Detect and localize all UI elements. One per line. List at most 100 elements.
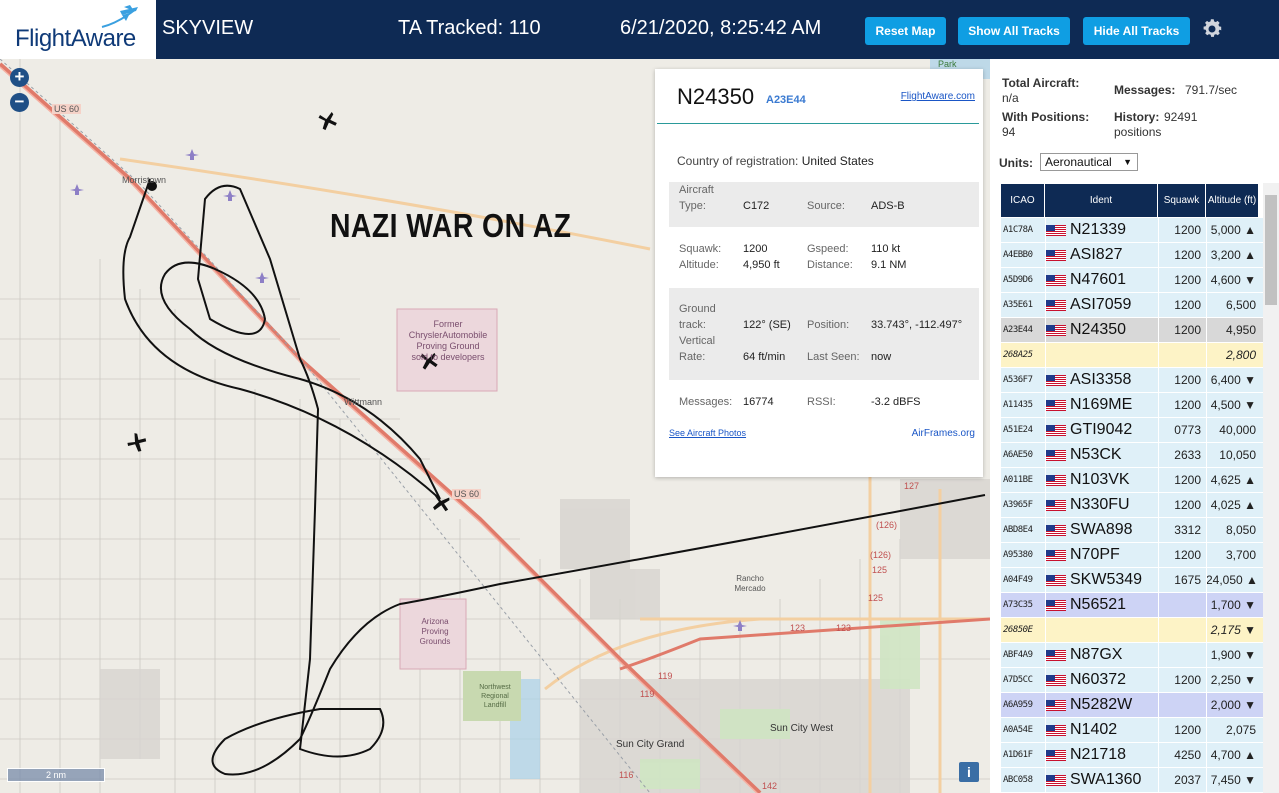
aircraft-photos-link[interactable]: See Aircraft Photos	[669, 428, 746, 438]
map-label-126a: (126)	[876, 520, 898, 530]
row-altitude: 1,900 ▼	[1210, 648, 1256, 662]
ground-track-label-2: track:	[679, 319, 706, 331]
column-header-icao[interactable]: ICAO	[1001, 184, 1044, 217]
row-ident: N5282W	[1070, 696, 1133, 713]
airframes-link[interactable]: AirFrames.org	[912, 428, 975, 439]
row-altitude: 2,000 ▼	[1210, 698, 1256, 712]
table-row[interactable]: ABF4A9 N87GX 1,900 ▼	[1001, 643, 1263, 668]
altitude-label: Altitude:	[679, 259, 719, 271]
row-ident: N87GX	[1070, 646, 1123, 663]
table-row[interactable]: A04F49 SKW5349 1675 24,050 ▲	[1001, 568, 1263, 593]
vertical-rate-value: 64 ft/min	[743, 351, 786, 363]
vertical-rate-label-1: Vertical	[679, 335, 716, 347]
row-squawk	[1157, 693, 1203, 717]
column-divider	[1045, 368, 1046, 392]
column-divider	[1045, 693, 1046, 717]
table-row[interactable]: ABD8E4 SWA898 3312 8,050	[1001, 518, 1263, 543]
column-divider	[1158, 293, 1159, 317]
column-header-altitude[interactable]: Altitude (ft)	[1206, 184, 1258, 217]
table-row[interactable]: A6AE50 N53CK 2633 10,050	[1001, 443, 1263, 468]
row-squawk: 1200	[1174, 398, 1201, 412]
map-label-sun-city-west: Sun City West	[770, 723, 834, 734]
top-bar: FlightAware SKYVIEW TA Tracked: 110 6/21…	[0, 0, 1279, 59]
vertical-rate-label-2: Rate:	[679, 351, 706, 363]
table-row[interactable]: A0A54E N1402 1200 2,075	[1001, 718, 1263, 743]
table-row[interactable]: A1D61F N21718 4250 4,700 ▲	[1001, 743, 1263, 768]
hide-all-tracks-button[interactable]: Hide All Tracks	[1083, 17, 1190, 45]
row-icao: A7D5CC	[1003, 675, 1033, 685]
table-row[interactable]: ABC058 SWA1360 2037 7,450 ▼	[1001, 768, 1263, 793]
map-label-126b: (126)	[870, 550, 892, 560]
row-icao: 268A25	[1003, 350, 1033, 360]
map-label-morristown: Morristown	[122, 175, 167, 185]
rssi-label: RSSI:	[807, 396, 836, 408]
reset-map-button[interactable]: Reset Map	[865, 17, 946, 45]
column-divider	[1158, 318, 1159, 342]
country-label: Country of registration:	[677, 154, 799, 168]
column-divider	[1206, 218, 1207, 242]
table-row[interactable]: A51E24 GTI9042 0773 40,000	[1001, 418, 1263, 443]
gear-icon[interactable]	[1200, 17, 1224, 41]
zoom-in-button[interactable]: +	[10, 68, 29, 87]
column-divider	[1158, 518, 1159, 542]
us-flag-icon	[1046, 775, 1066, 786]
table-row[interactable]: A1C78A N21339 1200 5,000 ▲	[1001, 218, 1263, 243]
us-flag-icon	[1046, 425, 1066, 436]
column-header-ident[interactable]: Ident	[1045, 184, 1157, 217]
map-label-125b: 125	[872, 565, 888, 575]
units-select[interactable]: Aeronautical ▼	[1040, 153, 1138, 171]
column-header-squawk[interactable]: Squawk	[1158, 184, 1205, 217]
column-divider	[1158, 568, 1159, 592]
row-icao: A35E61	[1003, 300, 1033, 310]
table-row[interactable]: A73C35 N56521 1,700 ▼	[1001, 593, 1263, 618]
table-row[interactable]: A7D5CC N60372 1200 2,250 ▼	[1001, 668, 1263, 693]
show-all-tracks-button[interactable]: Show All Tracks	[958, 17, 1070, 45]
row-ident: N53CK	[1070, 446, 1122, 463]
column-divider	[1158, 643, 1159, 667]
column-divider	[1045, 768, 1046, 792]
column-divider	[1045, 343, 1046, 367]
map-label-us60-a: US 60	[52, 104, 82, 114]
table-row[interactable]: A5D9D6 N47601 1200 4,600 ▼	[1001, 268, 1263, 293]
us-flag-icon	[1046, 650, 1066, 661]
map-label-127: 127	[904, 481, 920, 491]
map-label-sun-city-grand: Sun City Grand	[616, 739, 685, 750]
zoom-out-button[interactable]: −	[10, 93, 29, 112]
source-value: ADS-B	[871, 200, 905, 212]
map-info-button[interactable]: i	[959, 762, 979, 782]
column-divider	[1045, 443, 1046, 467]
table-row[interactable]: A6A959 N5282W 2,000 ▼	[1001, 693, 1263, 718]
us-flag-icon	[1046, 400, 1066, 411]
app-title: SKYVIEW	[162, 17, 254, 39]
table-row[interactable]: A23E44 N24350 1200 4,950	[1001, 318, 1263, 343]
table-row[interactable]: A11435 N169ME 1200 4,500 ▼	[1001, 393, 1263, 418]
column-divider	[1158, 243, 1159, 267]
flightaware-logo[interactable]: FlightAware	[0, 0, 156, 59]
row-icao: A1C78A	[1003, 225, 1033, 235]
column-divider	[1045, 418, 1046, 442]
row-ident: ASI3358	[1070, 371, 1132, 388]
row-altitude: 24,050 ▲	[1206, 573, 1256, 587]
column-divider	[1158, 493, 1159, 517]
table-row[interactable]: A4EBB0 ASI827 1200 3,200 ▲	[1001, 243, 1263, 268]
table-row[interactable]: A95380 N70PF 1200 3,700	[1001, 543, 1263, 568]
column-divider	[1206, 393, 1207, 417]
row-squawk: 1200	[1174, 498, 1201, 512]
row-squawk: 2633	[1174, 448, 1201, 462]
ground-track-label-1: Ground	[679, 303, 716, 315]
row-squawk	[1157, 593, 1203, 617]
row-altitude: 3,700	[1225, 548, 1256, 562]
table-row[interactable]: 268A25 2,800	[1001, 343, 1263, 368]
column-divider	[1158, 418, 1159, 442]
table-scrollbar-thumb[interactable]	[1265, 195, 1277, 305]
table-row[interactable]: A3965F N330FU 1200 4,025 ▲	[1001, 493, 1263, 518]
us-flag-icon	[1046, 475, 1066, 486]
flightaware-link[interactable]: FlightAware.com	[901, 91, 975, 102]
table-row[interactable]: 26850E 2,175 ▼	[1001, 618, 1263, 643]
table-row[interactable]: A011BE N103VK 1200 4,625 ▲	[1001, 468, 1263, 493]
column-divider	[1206, 593, 1207, 617]
table-row[interactable]: A536F7 ASI3358 1200 6,400 ▼	[1001, 368, 1263, 393]
row-altitude: 6,500	[1225, 298, 1256, 312]
table-row[interactable]: A35E61 ASI7059 1200 6,500	[1001, 293, 1263, 318]
row-ident: ASI7059	[1070, 296, 1132, 313]
